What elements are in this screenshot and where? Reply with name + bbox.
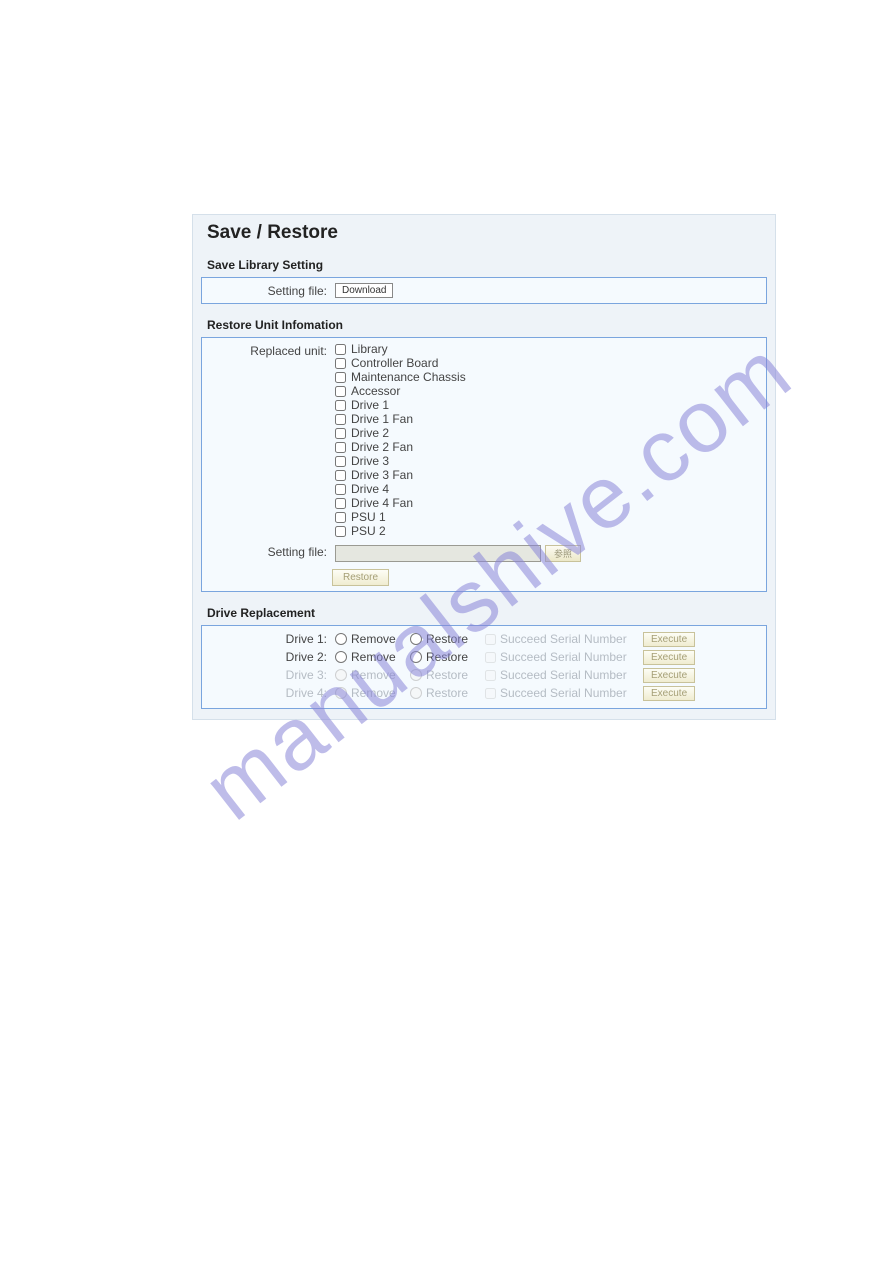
replaced-unit-checkbox[interactable]	[335, 400, 346, 411]
save-setting-file-label: Setting file:	[207, 284, 335, 298]
execute-button[interactable]: Execute	[643, 650, 695, 665]
replaced-unit-checkbox[interactable]	[335, 498, 346, 509]
remove-radio[interactable]	[335, 687, 347, 699]
replaced-unit-checkbox[interactable]	[335, 414, 346, 425]
replaced-unit-checkbox-label: Library	[351, 342, 388, 356]
save-section-box: Setting file: Download	[201, 277, 767, 304]
succeed-serial-checkbox[interactable]	[485, 652, 496, 663]
replaced-unit-checkbox-label: Drive 4 Fan	[351, 496, 413, 510]
drive-row: Drive 2: Remove Restore Succeed Serial Numb…	[207, 648, 761, 666]
drive-row-label: Drive 2:	[207, 650, 335, 664]
remove-radio[interactable]	[335, 669, 347, 681]
execute-button[interactable]: Execute	[643, 668, 695, 683]
save-section-title: Save Library Setting	[193, 254, 775, 277]
remove-radio[interactable]	[335, 633, 347, 645]
restore-radio-label: Restore	[426, 686, 468, 700]
replaced-unit-checkbox[interactable]	[335, 456, 346, 467]
succeed-serial-checkbox[interactable]	[485, 670, 496, 681]
replaced-unit-checkbox-row: PSU 2	[335, 524, 761, 538]
restore-radio-label: Restore	[426, 632, 468, 646]
replaced-unit-checkbox-label: Drive 1	[351, 398, 389, 412]
drive-row: Drive 3: Remove Restore Succeed Serial Numb…	[207, 666, 761, 684]
replaced-unit-checkbox-row: Maintenance Chassis	[335, 370, 761, 384]
remove-radio-label: Remove	[351, 632, 396, 646]
drive-row: Drive 4: Remove Restore Succeed Serial Numb…	[207, 684, 761, 702]
replaced-unit-checkbox-row: Drive 1	[335, 398, 761, 412]
restore-section-box: Replaced unit: LibraryController BoardMa…	[201, 337, 767, 592]
replaced-unit-checkbox[interactable]	[335, 526, 346, 537]
replaced-unit-checkbox-label: Accessor	[351, 384, 400, 398]
replaced-unit-checkbox[interactable]	[335, 344, 346, 355]
drive-row: Drive 1: Remove Restore Succeed Serial Numb…	[207, 630, 761, 648]
restore-radio[interactable]	[410, 651, 422, 663]
replaced-unit-checkbox-row: Accessor	[335, 384, 761, 398]
replaced-unit-checkbox-row: Drive 2 Fan	[335, 440, 761, 454]
drive-section-title: Drive Replacement	[193, 602, 775, 625]
drive-section-box: Drive 1: Remove Restore Succeed Serial Numb…	[201, 625, 767, 709]
replaced-unit-checkbox-row: Drive 4 Fan	[335, 496, 761, 510]
replaced-unit-checkbox-label: Drive 2	[351, 426, 389, 440]
remove-radio-label: Remove	[351, 686, 396, 700]
replaced-unit-checkbox[interactable]	[335, 512, 346, 523]
succeed-serial-checkbox[interactable]	[485, 634, 496, 645]
replaced-unit-checkbox-label: Controller Board	[351, 356, 438, 370]
replaced-unit-checkbox-row: Drive 3	[335, 454, 761, 468]
restore-button[interactable]: Restore	[332, 569, 389, 586]
download-button[interactable]: Download	[335, 283, 393, 298]
replaced-unit-checkbox-label: Drive 4	[351, 482, 389, 496]
replaced-unit-checkbox-label: Drive 3 Fan	[351, 468, 413, 482]
restore-radio[interactable]	[410, 669, 422, 681]
drive-row-label: Drive 4:	[207, 686, 335, 700]
replaced-unit-checkbox-label: Drive 2 Fan	[351, 440, 413, 454]
succeed-serial-label: Succeed Serial Number	[500, 686, 627, 700]
panel-container: Save / Restore Save Library Setting Sett…	[192, 214, 776, 720]
replaced-unit-checkbox-row: Drive 2	[335, 426, 761, 440]
execute-button[interactable]: Execute	[643, 632, 695, 647]
replaced-unit-checkbox-row: Controller Board	[335, 356, 761, 370]
replaced-unit-checkbox[interactable]	[335, 358, 346, 369]
replaced-unit-checkbox-label: PSU 2	[351, 524, 386, 538]
restore-section-title: Restore Unit Infomation	[193, 314, 775, 337]
replaced-unit-checkbox[interactable]	[335, 484, 346, 495]
replaced-unit-checkbox-row: Drive 1 Fan	[335, 412, 761, 426]
restore-setting-file-label: Setting file:	[207, 545, 335, 559]
drive-row-label: Drive 1:	[207, 632, 335, 646]
replaced-unit-checkbox-row: PSU 1	[335, 510, 761, 524]
remove-radio-label: Remove	[351, 650, 396, 664]
execute-button[interactable]: Execute	[643, 686, 695, 701]
replaced-unit-checkbox-row: Drive 3 Fan	[335, 468, 761, 482]
restore-radio-label: Restore	[426, 650, 468, 664]
drive-row-label: Drive 3:	[207, 668, 335, 682]
succeed-serial-checkbox[interactable]	[485, 688, 496, 699]
succeed-serial-label: Succeed Serial Number	[500, 668, 627, 682]
replaced-unit-checkbox[interactable]	[335, 372, 346, 383]
succeed-serial-label: Succeed Serial Number	[500, 650, 627, 664]
remove-radio[interactable]	[335, 651, 347, 663]
restore-radio[interactable]	[410, 633, 422, 645]
replaced-unit-checkbox-row: Drive 4	[335, 482, 761, 496]
replaced-unit-checkbox[interactable]	[335, 470, 346, 481]
succeed-serial-label: Succeed Serial Number	[500, 632, 627, 646]
remove-radio-label: Remove	[351, 668, 396, 682]
replaced-unit-checkbox[interactable]	[335, 428, 346, 439]
replaced-unit-checkbox-label: Maintenance Chassis	[351, 370, 466, 384]
replaced-unit-checkbox-label: PSU 1	[351, 510, 386, 524]
restore-radio[interactable]	[410, 687, 422, 699]
replaced-unit-checkbox-label: Drive 1 Fan	[351, 412, 413, 426]
setting-file-input[interactable]	[335, 545, 541, 562]
replaced-unit-checkbox-list: LibraryController BoardMaintenance Chass…	[335, 342, 761, 538]
replaced-unit-checkbox[interactable]	[335, 442, 346, 453]
replaced-unit-checkbox-row: Library	[335, 342, 761, 356]
browse-button[interactable]: 参照	[545, 545, 581, 562]
replaced-unit-checkbox-label: Drive 3	[351, 454, 389, 468]
page-title: Save / Restore	[193, 215, 775, 254]
replaced-unit-label: Replaced unit:	[207, 342, 335, 538]
replaced-unit-checkbox[interactable]	[335, 386, 346, 397]
restore-radio-label: Restore	[426, 668, 468, 682]
